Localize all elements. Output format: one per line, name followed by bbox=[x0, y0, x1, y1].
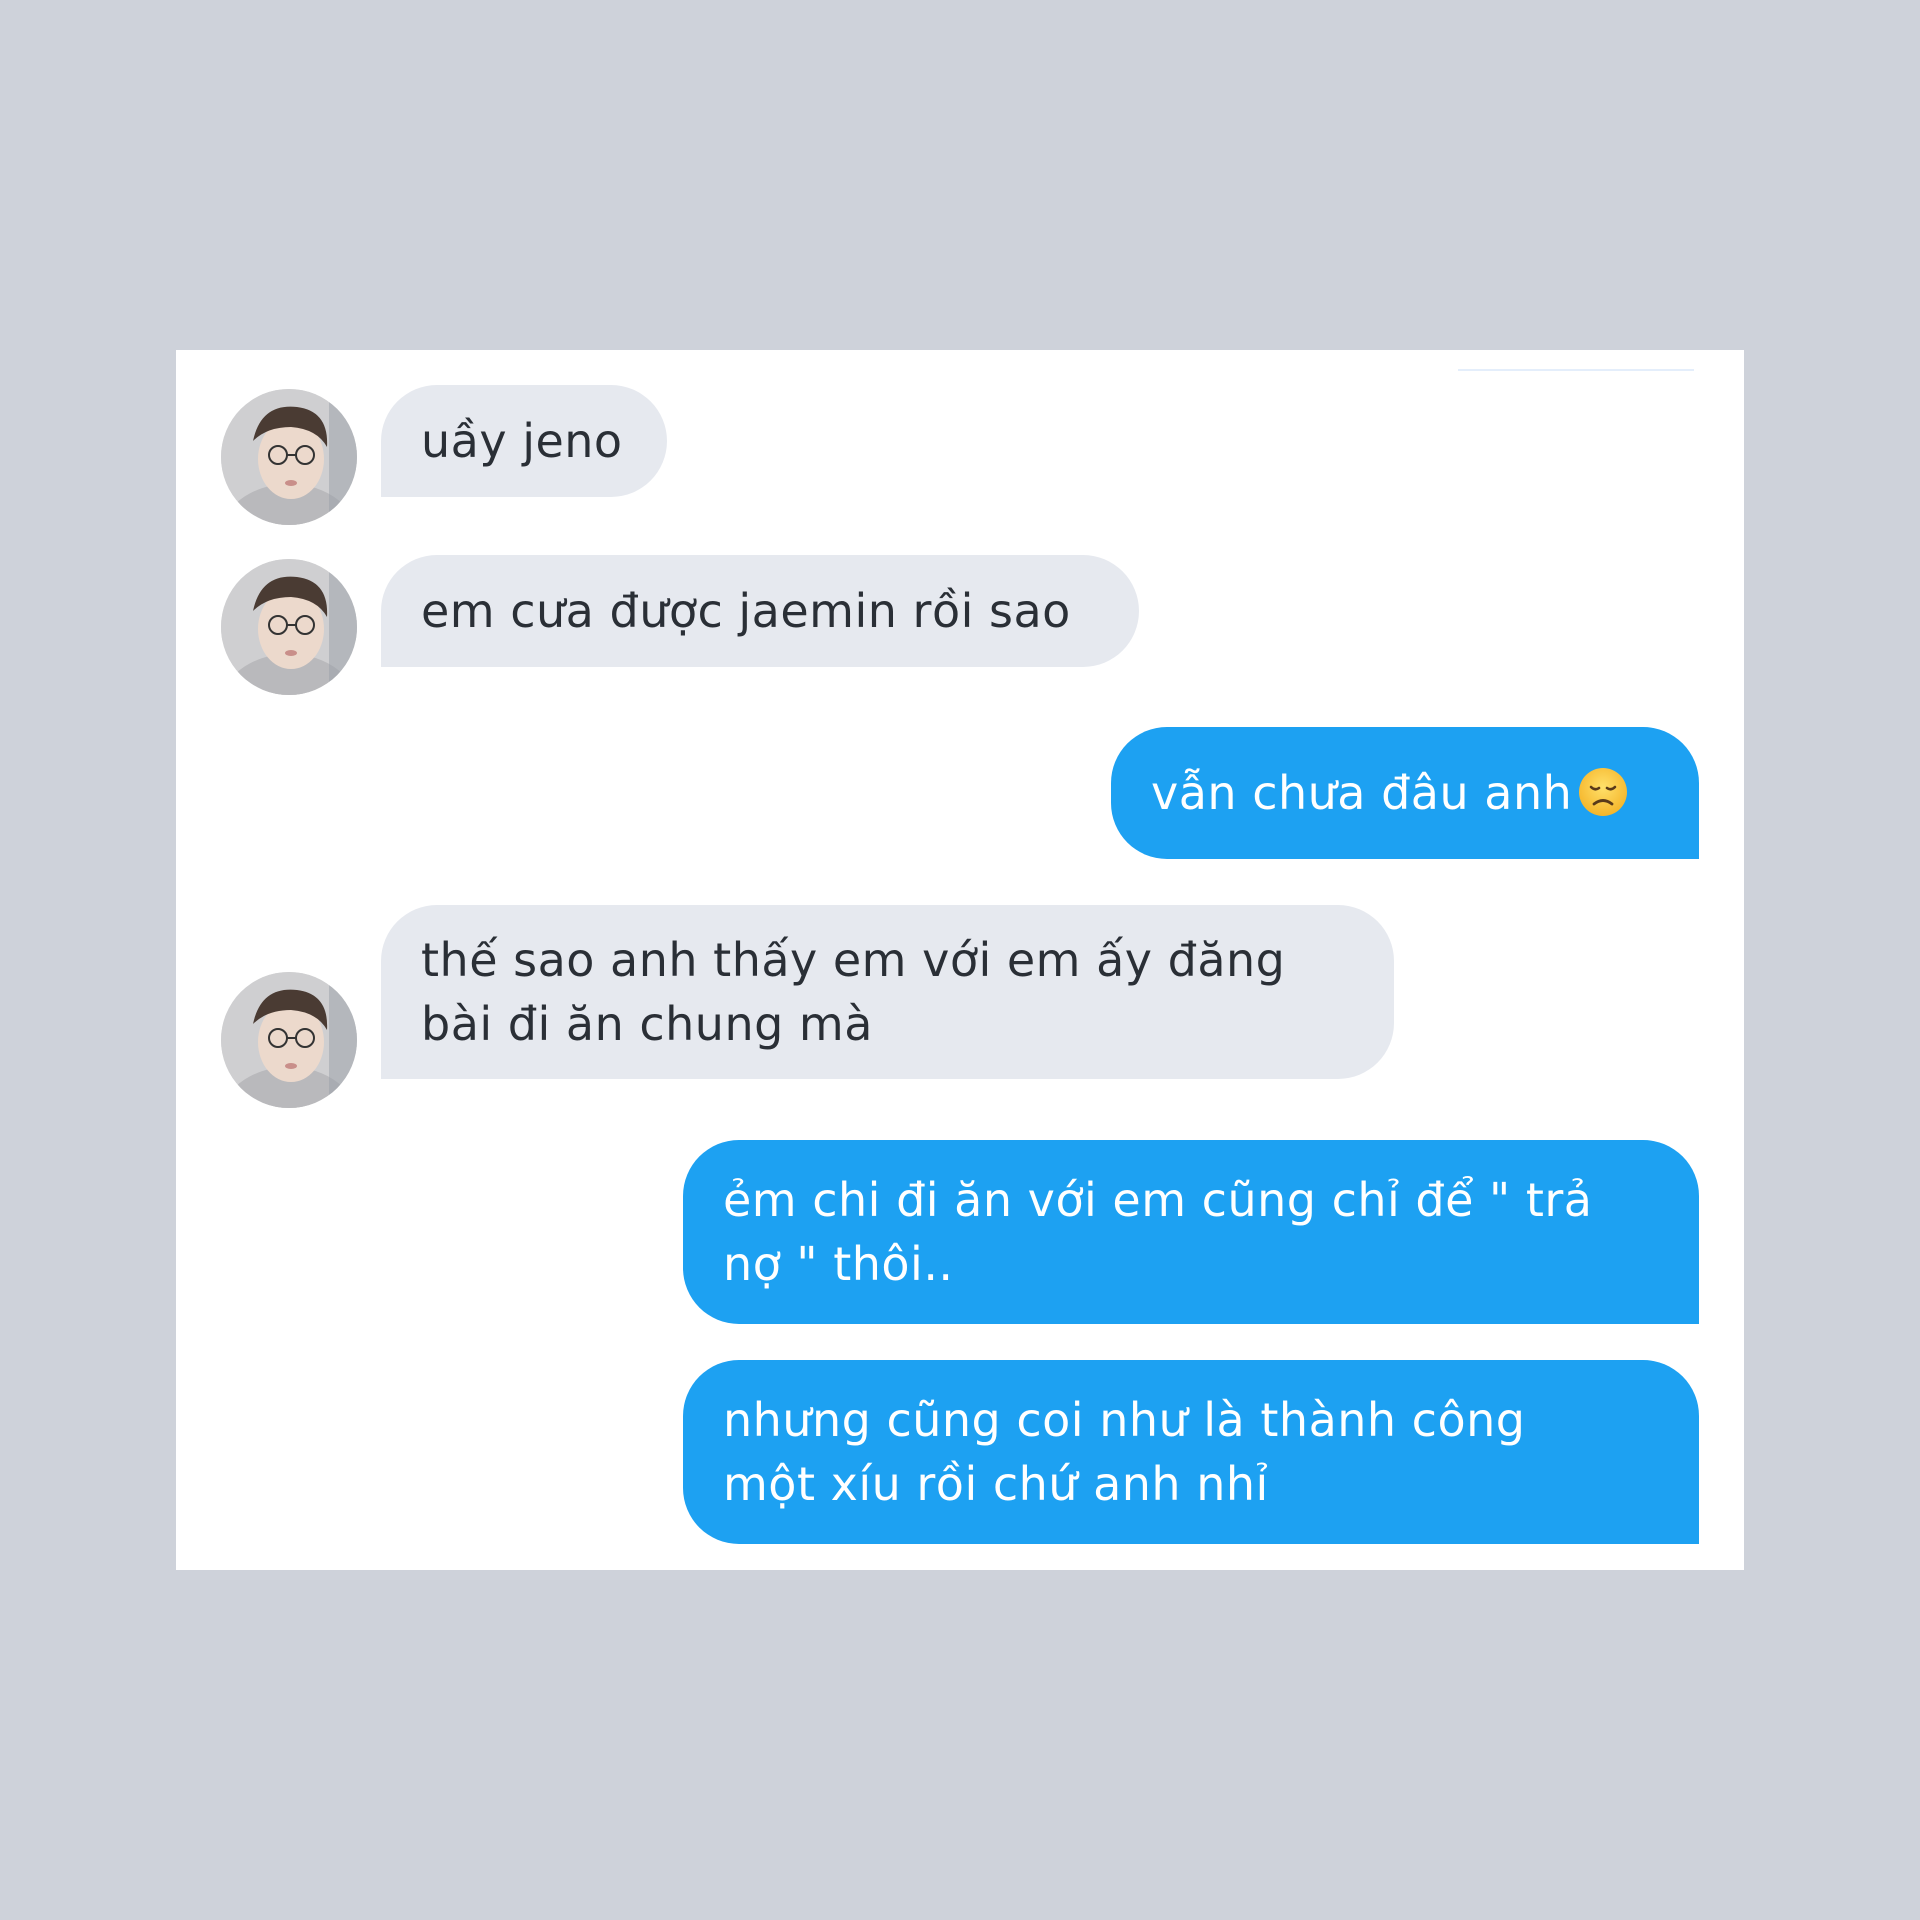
disappointed-face-icon bbox=[1578, 767, 1628, 817]
message-text-line: bài đi ăn chung mà bbox=[421, 997, 873, 1051]
contact-avatar[interactable] bbox=[221, 972, 357, 1108]
avatar-icon bbox=[221, 559, 357, 695]
message-text: vẫn chưa đâu anh bbox=[1151, 766, 1573, 820]
message-text-row: vẫn chưa đâu anh bbox=[1151, 761, 1659, 825]
message-text: uầy jeno bbox=[421, 414, 623, 468]
contact-avatar[interactable] bbox=[221, 389, 357, 525]
message-bubble-outgoing[interactable]: ẻm chi đi ăn với em cũng chỉ để " trả nợ… bbox=[683, 1140, 1699, 1324]
avatar-icon bbox=[221, 389, 357, 525]
message-bubble-outgoing[interactable]: nhưng cũng coi như là thành công một xíu… bbox=[683, 1360, 1699, 1544]
avatar-icon bbox=[221, 972, 357, 1108]
message-bubble-incoming[interactable]: em cưa được jaemin rồi sao bbox=[381, 555, 1139, 667]
message-text-line: ẻm chi đi ăn với em cũng chỉ để " trả bbox=[723, 1173, 1593, 1227]
contact-avatar[interactable] bbox=[221, 559, 357, 695]
message-text-line: một xíu rồi chứ anh nhỉ bbox=[723, 1457, 1269, 1511]
message-text-line: thế sao anh thấy em với em ấy đăng bbox=[421, 933, 1286, 987]
header-divider bbox=[1458, 369, 1694, 371]
message-bubble-incoming[interactable]: uầy jeno bbox=[381, 385, 667, 497]
message-text: em cưa được jaemin rồi sao bbox=[421, 584, 1071, 638]
chat-thread: uầy jeno em cưa được jaemin rồi sao vẫn … bbox=[176, 350, 1744, 1570]
message-bubble-incoming[interactable]: thế sao anh thấy em với em ấy đăng bài đ… bbox=[381, 905, 1394, 1079]
message-text-line: nhưng cũng coi như là thành công bbox=[723, 1393, 1526, 1447]
message-bubble-outgoing[interactable]: vẫn chưa đâu anh bbox=[1111, 727, 1699, 859]
message-text-line: nợ " thôi.. bbox=[723, 1237, 954, 1291]
